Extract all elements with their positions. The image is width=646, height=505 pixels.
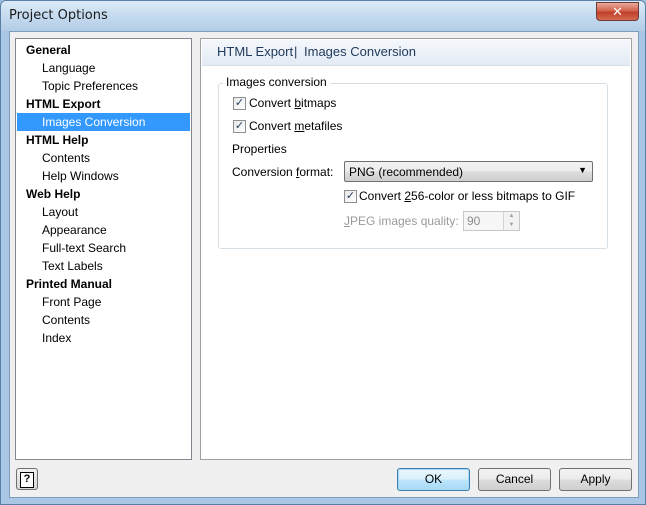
options-navigation-tree: General Language Topic Preferences HTML …: [15, 38, 192, 460]
groupbox-title: Images conversion: [223, 75, 330, 89]
project-options-window: Project Options ✕ General Language Topic…: [0, 0, 646, 505]
nav-group-general[interactable]: General: [26, 41, 71, 59]
properties-heading: Properties: [232, 142, 287, 156]
jpeg-quality-spinner[interactable]: 90 ▲ ▼: [463, 211, 520, 231]
nav-group-html-help[interactable]: HTML Help: [26, 131, 88, 149]
nav-item-topic-preferences[interactable]: Topic Preferences: [42, 77, 138, 95]
nav-item-help-windows[interactable]: Help Windows: [42, 167, 119, 185]
convert-bitmaps-label[interactable]: Convert bitmaps: [249, 96, 336, 110]
nav-item-text-labels[interactable]: Text Labels: [42, 257, 103, 275]
spinner-buttons: ▲ ▼: [503, 212, 519, 230]
conversion-format-value: PNG (recommended): [349, 165, 464, 179]
spin-down-icon[interactable]: ▼: [504, 221, 519, 230]
convert-metafiles-label[interactable]: Convert metafiles: [249, 119, 342, 133]
jpeg-quality-label: JPEG images quality:: [344, 214, 459, 228]
nav-item-front-page[interactable]: Front Page: [42, 293, 101, 311]
nav-item-appearance[interactable]: Appearance: [42, 221, 107, 239]
nav-item-manual-contents[interactable]: Contents: [42, 311, 90, 329]
convert-256-color-label[interactable]: Convert 256-color or less bitmaps to GIF: [359, 189, 575, 203]
nav-item-index[interactable]: Index: [42, 329, 71, 347]
panel-header-separator: |: [294, 44, 298, 59]
nav-item-images-conversion[interactable]: Images Conversion: [17, 113, 190, 131]
check-icon: ✓: [234, 120, 245, 132]
check-icon: ✓: [234, 97, 245, 109]
panel-header: HTML Export | Images Conversion: [202, 40, 630, 66]
dialog-client-area: General Language Topic Preferences HTML …: [9, 31, 639, 498]
title-bar[interactable]: Project Options ✕: [1, 1, 645, 31]
convert-256-color-checkbox[interactable]: ✓: [344, 190, 357, 203]
settings-panel: HTML Export | Images Conversion Images c…: [200, 38, 632, 460]
jpeg-quality-value: 90: [467, 214, 481, 228]
nav-group-html-export[interactable]: HTML Export: [26, 95, 100, 113]
conversion-format-select[interactable]: PNG (recommended) ▼: [344, 161, 593, 182]
help-button[interactable]: ?: [16, 468, 38, 490]
window-title: Project Options: [9, 8, 108, 23]
nav-item-full-text-search[interactable]: Full-text Search: [42, 239, 126, 257]
check-icon: ✓: [345, 190, 356, 202]
conversion-format-label: Conversion format:: [232, 165, 334, 179]
cancel-button[interactable]: Cancel: [478, 468, 551, 491]
nav-item-language[interactable]: Language: [42, 59, 95, 77]
nav-item-layout[interactable]: Layout: [42, 203, 78, 221]
help-icon: ?: [20, 472, 34, 488]
panel-header-section: HTML Export: [217, 44, 294, 59]
nav-group-printed-manual[interactable]: Printed Manual: [26, 275, 112, 293]
dropdown-arrow-icon: ▼: [578, 165, 587, 175]
nav-item-contents[interactable]: Contents: [42, 149, 90, 167]
close-icon: ✕: [612, 3, 623, 19]
panel-header-page: Images Conversion: [304, 44, 416, 59]
convert-metafiles-checkbox[interactable]: ✓: [233, 120, 246, 133]
apply-button[interactable]: Apply: [559, 468, 632, 491]
convert-bitmaps-checkbox[interactable]: ✓: [233, 97, 246, 110]
close-button[interactable]: ✕: [596, 2, 639, 21]
ok-button[interactable]: OK: [397, 468, 470, 491]
nav-group-web-help[interactable]: Web Help: [26, 185, 80, 203]
